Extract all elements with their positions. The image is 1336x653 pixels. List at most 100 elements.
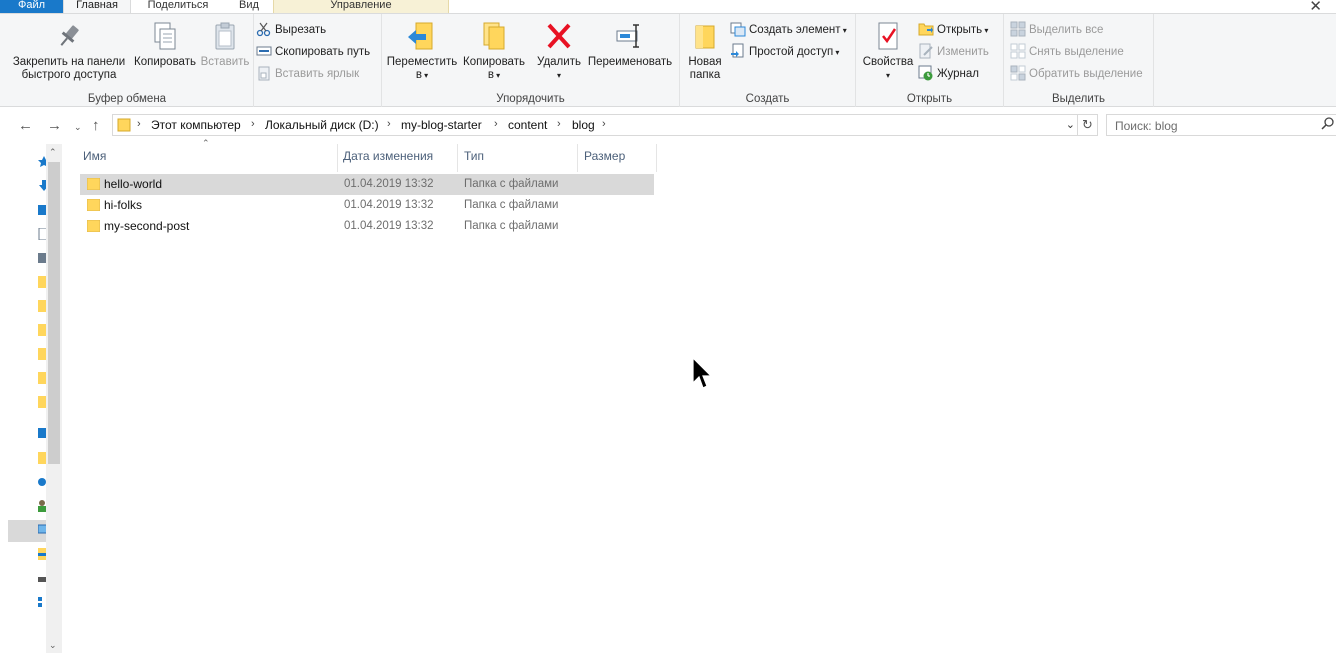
downloads-arrow-icon[interactable]	[38, 180, 46, 192]
properties-icon	[872, 20, 904, 52]
column-header-date[interactable]: Дата изменения	[343, 149, 433, 169]
breadcrumb-local-disk[interactable]: Локальный диск (D:)	[265, 118, 379, 132]
edit-button[interactable]: Изменить	[918, 43, 989, 62]
column-divider[interactable]	[656, 144, 657, 172]
breadcrumb-content[interactable]: content	[508, 118, 547, 132]
sort-ascending-chevron-icon: ⌃	[202, 138, 210, 148]
folder-icon[interactable]	[38, 324, 46, 336]
folder-icon[interactable]	[38, 396, 46, 408]
search-placeholder: Поиск: blog	[1115, 119, 1178, 133]
scroll-up-chevron-icon[interactable]: ⌃	[49, 147, 57, 158]
column-divider[interactable]	[337, 144, 338, 172]
file-date: 01.04.2019 13:32	[344, 220, 434, 232]
refresh-icon[interactable]: ↻	[1078, 114, 1098, 136]
breadcrumb-separator[interactable]: ›	[251, 118, 255, 130]
copy-label: Копировать	[134, 56, 196, 68]
onedrive-icon[interactable]	[38, 476, 46, 488]
new-folder-button[interactable]: Новая папка	[684, 20, 726, 82]
select-all-button[interactable]: Выделить все	[1010, 21, 1103, 40]
file-list: ⌃ Имя Дата изменения Тип Размер hello-wo…	[78, 138, 1336, 653]
documents-icon[interactable]	[38, 228, 46, 240]
group-open: Свойства ▾ Открыть ▾ Изменить Журнал Откр…	[856, 14, 1004, 107]
group-create: Новая папка Создать элемент ▾ Простой до…	[680, 14, 856, 107]
quick-access-star-icon[interactable]	[38, 156, 46, 168]
forward-arrow-icon[interactable]: →	[47, 117, 62, 134]
pin-quick-access-button[interactable]: Закрепить на панели быстрого доступа	[8, 20, 130, 82]
breadcrumb-this-pc[interactable]: Этот компьютер	[151, 118, 241, 132]
column-header-type[interactable]: Тип	[464, 149, 484, 169]
libraries-icon[interactable]	[38, 548, 46, 560]
nav-scrollbar[interactable]: ⌃ ⌄	[46, 144, 62, 653]
edit-label: Изменить	[937, 46, 989, 58]
column-header-name[interactable]: Имя	[83, 149, 106, 169]
tab-view[interactable]: Вид	[225, 0, 273, 13]
navigation-bar: ← → ⌄ ↑ › Этот компьютер › Локальный дис…	[0, 108, 1336, 144]
tab-file[interactable]: Файл	[0, 0, 63, 13]
copy-to-button[interactable]: Копировать в ▾	[460, 20, 528, 82]
column-divider[interactable]	[457, 144, 458, 172]
address-dropdown-chevron-icon[interactable]: ⌄	[1066, 118, 1075, 131]
column-header-size[interactable]: Размер	[584, 149, 625, 169]
new-item-button[interactable]: Создать элемент ▾	[730, 21, 847, 40]
breadcrumb-separator[interactable]: ›	[602, 118, 606, 130]
column-divider[interactable]	[577, 144, 578, 172]
folder-icon[interactable]	[38, 372, 46, 384]
easy-access-button[interactable]: Простой доступ ▾	[730, 43, 839, 62]
tab-home[interactable]: Главная	[63, 0, 131, 13]
folder-icon[interactable]	[38, 300, 46, 312]
file-type: Папка с файлами	[464, 199, 559, 211]
table-row[interactable]: hello-world 01.04.2019 13:32 Папка с фай…	[80, 174, 654, 195]
select-all-icon	[1010, 21, 1026, 37]
select-none-icon	[1010, 43, 1026, 59]
paste-button[interactable]: Вставить	[199, 20, 251, 69]
properties-button[interactable]: Свойства ▾	[860, 20, 916, 82]
delete-label: Удалить	[537, 56, 581, 68]
folder-icon[interactable]	[38, 348, 46, 360]
breadcrumb-separator[interactable]: ›	[494, 118, 498, 130]
folder-icon	[86, 177, 101, 191]
scrollbar-thumb[interactable]	[48, 162, 60, 464]
move-to-button[interactable]: Переместить в ▾	[386, 20, 458, 82]
table-row[interactable]: my-second-post 01.04.2019 13:32 Папка с …	[80, 216, 654, 237]
pictures-icon[interactable]	[38, 252, 46, 264]
search-icon	[1321, 116, 1335, 133]
user-icon[interactable]	[38, 500, 46, 512]
desktop-icon[interactable]	[38, 204, 46, 216]
address-bar[interactable]: › Этот компьютер › Локальный диск (D:) ›…	[112, 114, 1078, 136]
file-name: hi-folks	[104, 198, 143, 212]
history-label: Журнал	[937, 68, 979, 80]
breadcrumb-separator[interactable]: ›	[387, 118, 391, 130]
breadcrumb-separator[interactable]: ›	[137, 118, 141, 130]
drive-icon[interactable]	[38, 572, 46, 584]
select-none-button[interactable]: Снять выделение	[1010, 43, 1124, 62]
breadcrumb-my-blog-starter[interactable]: my-blog-starter	[401, 118, 482, 132]
up-arrow-icon[interactable]: ↑	[92, 117, 100, 134]
scroll-down-chevron-icon[interactable]: ⌄	[49, 640, 57, 651]
breadcrumb-blog[interactable]: blog	[572, 118, 595, 132]
this-pc-icon[interactable]	[38, 524, 46, 536]
copy-to-icon	[478, 20, 510, 52]
easy-access-label: Простой доступ	[749, 46, 834, 58]
open-button[interactable]: Открыть ▾	[918, 21, 988, 40]
table-row[interactable]: hi-folks 01.04.2019 13:32 Папка с файлам…	[80, 195, 654, 216]
recent-chevron-down-icon[interactable]: ⌄	[74, 122, 82, 133]
easy-access-icon	[730, 43, 746, 59]
file-type: Папка с файлами	[464, 178, 559, 190]
tab-manage[interactable]: Управление	[273, 0, 449, 13]
history-icon	[918, 65, 934, 81]
folder-icon[interactable]	[38, 452, 46, 464]
folder-icon[interactable]	[38, 276, 46, 288]
delete-button[interactable]: Удалить ▾	[534, 20, 584, 82]
search-input[interactable]: Поиск: blog	[1106, 114, 1336, 136]
monitor-icon[interactable]	[38, 428, 46, 440]
navigation-pane: ⌃ ⌄	[0, 144, 62, 653]
network-icon[interactable]	[38, 596, 46, 608]
breadcrumb-separator[interactable]: ›	[557, 118, 561, 130]
folder-icon	[86, 198, 101, 212]
tab-share[interactable]: Поделиться	[131, 0, 225, 13]
history-button[interactable]: Журнал	[918, 65, 979, 84]
copy-button[interactable]: Копировать	[132, 20, 198, 69]
back-arrow-icon[interactable]: ←	[18, 117, 33, 134]
invert-selection-button[interactable]: Обратить выделение	[1010, 65, 1143, 84]
rename-button[interactable]: Переименовать	[586, 20, 674, 69]
